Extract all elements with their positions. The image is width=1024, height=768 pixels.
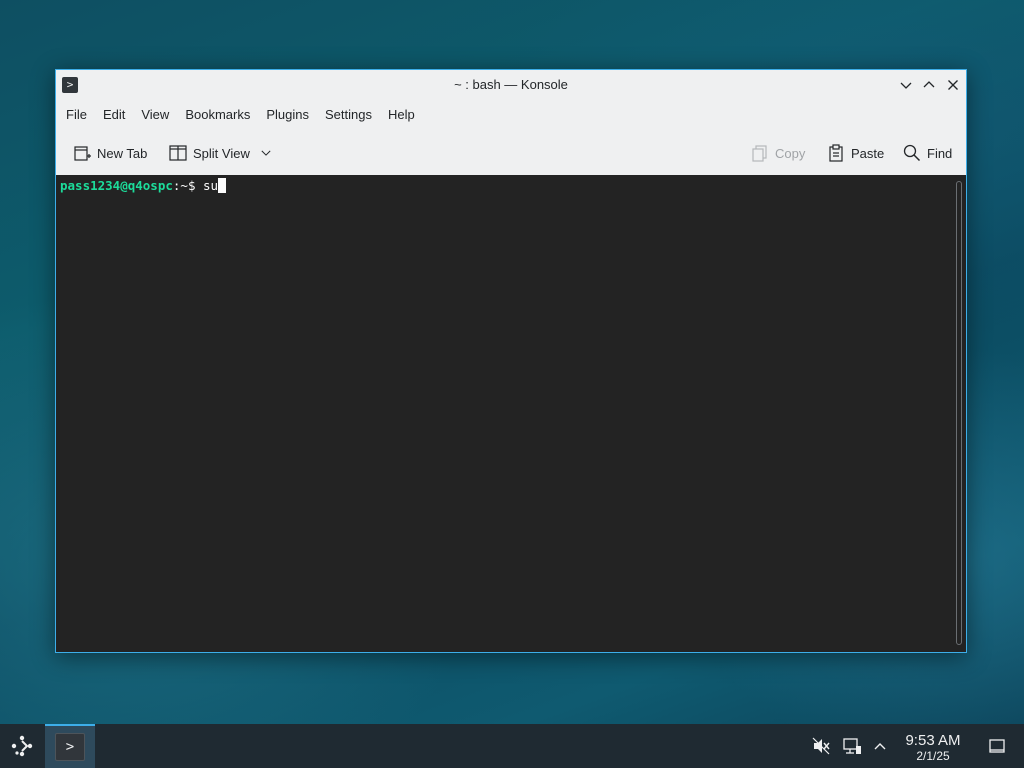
menu-help[interactable]: Help <box>378 102 415 128</box>
application-launcher-button[interactable] <box>6 730 38 762</box>
menu-view[interactable]: View <box>131 102 169 128</box>
copy-label: Copy <box>775 145 806 161</box>
search-icon <box>903 144 921 162</box>
chevron-up-icon[interactable] <box>870 736 890 756</box>
maximize-button[interactable] <box>919 75 939 95</box>
new-tab-button[interactable]: New Tab <box>72 138 147 168</box>
launcher-icon <box>11 735 33 757</box>
window-title: ~ : bash — Konsole <box>454 77 568 92</box>
split-view-button[interactable]: Split View <box>168 138 278 168</box>
close-icon <box>948 80 958 90</box>
text-cursor <box>218 178 227 193</box>
clock-date: 2/1/25 <box>916 749 950 763</box>
terminal-scrollbar[interactable] <box>956 181 962 645</box>
menu-plugins[interactable]: Plugins <box>256 102 309 128</box>
find-button[interactable]: Find <box>902 138 952 168</box>
paste-button[interactable]: Paste <box>826 138 884 168</box>
terminal-prompt-line: pass1234@q4ospc:~$ su <box>60 178 227 194</box>
chevron-up-icon <box>923 81 935 88</box>
prompt-user-host: pass1234@q4ospc <box>60 178 173 193</box>
prompt-path: :~$ <box>172 178 203 193</box>
find-label: Find <box>927 145 953 161</box>
toolbar: New Tab Split View Copy Paste Find <box>56 134 966 172</box>
clock-time: 9:53 AM <box>905 732 961 749</box>
terminal-view[interactable]: pass1234@q4ospc:~$ su <box>56 175 966 652</box>
taskbar: > 9:53 AM 2/1/25 <box>0 724 1024 768</box>
terminal-icon: > <box>55 733 85 761</box>
chevron-down-icon <box>900 82 912 89</box>
split-view-icon <box>169 145 187 161</box>
taskbar-konsole-task[interactable]: > <box>45 724 95 768</box>
close-button[interactable] <box>943 75 963 95</box>
digital-clock[interactable]: 9:53 AM 2/1/25 <box>898 732 968 763</box>
show-desktop-button[interactable] <box>987 736 1007 756</box>
menu-bookmarks[interactable]: Bookmarks <box>175 102 250 128</box>
menu-edit[interactable]: Edit <box>93 102 125 128</box>
konsole-window[interactable]: > ~ : bash — Konsole File Edit View Book… <box>55 69 967 653</box>
paste-label: Paste <box>851 145 885 161</box>
chevron-down-icon <box>261 150 271 156</box>
network-icon[interactable] <box>842 736 862 756</box>
menu-bar: File Edit View Bookmarks Plugins Setting… <box>56 102 966 128</box>
copy-button[interactable]: Copy <box>750 138 805 168</box>
menu-settings[interactable]: Settings <box>315 102 372 128</box>
paste-icon <box>829 144 843 162</box>
show-desktop-icon <box>989 739 1005 753</box>
volume-muted-icon[interactable] <box>811 736 831 756</box>
menu-file[interactable]: File <box>56 102 87 128</box>
new-tab-label: New Tab <box>97 145 148 161</box>
minimize-button[interactable] <box>896 75 916 95</box>
copy-icon <box>752 145 767 162</box>
split-view-label: Split View <box>193 145 250 161</box>
title-bar[interactable]: > ~ : bash — Konsole <box>56 70 966 100</box>
new-tab-icon <box>74 146 91 161</box>
terminal-command: su <box>203 178 219 193</box>
